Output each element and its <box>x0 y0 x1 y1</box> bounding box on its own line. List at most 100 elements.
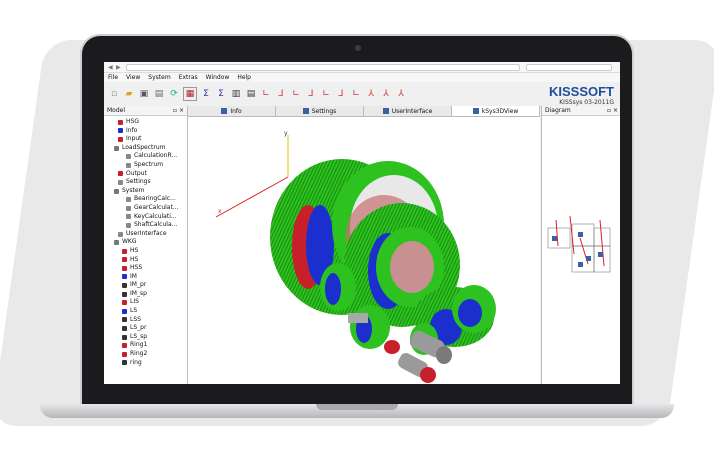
system-diagram[interactable] <box>542 116 620 384</box>
tree-item[interactable]: HS <box>104 247 187 256</box>
tab-3d-view-label: kSys3DView <box>481 107 519 115</box>
tree-item[interactable]: HS <box>104 256 187 265</box>
tree-item[interactable]: LS <box>104 307 187 316</box>
tree-item-label: HSG <box>126 118 139 125</box>
back-icon[interactable]: ◀ <box>108 64 113 71</box>
connect2-icon[interactable]: ⅃ <box>275 88 287 100</box>
arrow-icon <box>122 343 127 349</box>
tree-item[interactable]: GearCalculat... <box>104 204 187 213</box>
tree-item[interactable]: LIS <box>104 298 187 307</box>
tree-item[interactable]: KeyCalculati... <box>104 213 187 222</box>
tree-item[interactable]: ShaftCalcula... <box>104 221 187 230</box>
tree-item[interactable]: HSG <box>104 118 187 127</box>
connect1-icon[interactable]: ∟ <box>260 88 272 100</box>
tree-item-label: HSS <box>130 264 143 272</box>
tree-item[interactable]: UserInterface <box>104 230 187 239</box>
print-icon[interactable]: ▤ <box>153 88 165 100</box>
browser-bar: ◀ ▶ <box>104 62 620 73</box>
gear-red-icon <box>118 119 123 125</box>
main-view: Info Settings UserInterface kSys3DView y… <box>188 106 540 384</box>
tree-item[interactable]: LS_pr <box>104 324 187 333</box>
menu-help[interactable]: Help <box>237 74 251 81</box>
tree-item[interactable]: Settings <box>104 178 187 187</box>
version-label: KISSsys 03-2011G <box>559 99 614 106</box>
connect8-icon[interactable]: ⅄ <box>365 88 377 100</box>
tree-item[interactable]: Info <box>104 127 187 136</box>
panel-close-icon[interactable]: ▫ × <box>173 107 184 114</box>
y-axis-label: y <box>284 130 288 137</box>
menu-window[interactable]: Window <box>206 74 230 81</box>
model-tree: HSG Info Input LoadSpectrum CalculationR... S… <box>104 116 187 367</box>
tree-item-label: IM_sp <box>130 289 147 297</box>
tree-item-label: LIS <box>130 298 139 306</box>
connect4-icon[interactable]: ⅃ <box>305 88 317 100</box>
connect5-icon[interactable]: ∟ <box>320 88 332 100</box>
connect7-icon[interactable]: ∟ <box>350 88 362 100</box>
connect6-icon[interactable]: ⅃ <box>335 88 347 100</box>
tree-item[interactable]: IM <box>104 273 187 282</box>
connect3-icon[interactable]: ∟ <box>290 88 302 100</box>
tree-item[interactable]: WKG <box>104 238 187 247</box>
save-icon[interactable]: ▣ <box>138 88 150 100</box>
tree-item[interactable]: LS_sp <box>104 333 187 342</box>
report-icon[interactable]: ▥ <box>230 88 242 100</box>
table-icon[interactable]: ▤ <box>245 88 257 100</box>
tree-item[interactable]: IM_sp <box>104 290 187 299</box>
shaft-icon <box>122 326 127 332</box>
shaft-icon <box>122 317 127 323</box>
diagram-close-icon[interactable]: ▫ × <box>607 107 618 114</box>
tab-userinterface[interactable]: UserInterface <box>364 106 452 116</box>
tree-item[interactable]: Ring1 <box>104 341 187 350</box>
tree-item[interactable]: Spectrum <box>104 161 187 170</box>
tree-item[interactable]: System <box>104 187 187 196</box>
app-screen: ◀ ▶ File View System Extras Window Help … <box>104 62 620 384</box>
grid-icon[interactable]: ▦ <box>183 87 197 101</box>
menu-system[interactable]: System <box>148 74 170 81</box>
tree-item[interactable]: IM_pr <box>104 281 187 290</box>
tab-settings-label: Settings <box>311 107 337 115</box>
connect10-icon[interactable]: ⅄ <box>395 88 407 100</box>
forward-icon[interactable]: ▶ <box>116 64 121 71</box>
doc-icon <box>126 214 131 220</box>
laptop-notch <box>316 404 398 410</box>
search-input[interactable] <box>526 64 612 71</box>
tree-item-label: BearingCalc... <box>134 195 176 203</box>
arrow-icon <box>122 300 127 306</box>
gear-red-icon <box>118 136 123 142</box>
gearbox-3d-model[interactable]: y x <box>188 117 540 384</box>
diagram-panel-title: Diagram <box>545 107 571 114</box>
menu-extras[interactable]: Extras <box>179 74 198 81</box>
tab-3d-view[interactable]: kSys3DView <box>452 106 540 116</box>
tree-item[interactable]: Ring2 <box>104 350 187 359</box>
tree-item[interactable]: CalculationR... <box>104 152 187 161</box>
tree-item[interactable]: Output <box>104 170 187 179</box>
doc-icon <box>126 154 131 160</box>
arrow-icon <box>122 351 127 357</box>
open-folder-icon[interactable]: ▰ <box>123 88 135 100</box>
tree-item-label: Input <box>126 135 142 143</box>
tree-item-label: LS_sp <box>130 332 148 340</box>
address-input[interactable] <box>126 64 520 71</box>
tree-item[interactable]: BearingCalc... <box>104 195 187 204</box>
tree-item[interactable]: ring <box>104 359 187 368</box>
tree-item[interactable]: HSS <box>104 264 187 273</box>
shaft-icon <box>122 291 127 297</box>
refresh-icon[interactable]: ⟳ <box>168 88 180 100</box>
sum-all-icon[interactable]: Σ <box>215 88 227 100</box>
sum-icon[interactable]: Σ <box>200 88 212 100</box>
tree-item[interactable]: LSS <box>104 316 187 325</box>
menu-view[interactable]: View <box>126 74 140 81</box>
new-file-icon[interactable]: ▫ <box>108 88 120 100</box>
tree-item[interactable]: Input <box>104 135 187 144</box>
menu-file[interactable]: File <box>108 74 118 81</box>
tab-settings[interactable]: Settings <box>276 106 364 116</box>
gear-blue-icon <box>122 308 127 314</box>
tab-info[interactable]: Info <box>188 106 276 116</box>
connect9-icon[interactable]: ⅄ <box>380 88 392 100</box>
model-panel-title: Model <box>107 107 126 114</box>
tree-item[interactable]: LoadSpectrum <box>104 144 187 153</box>
tree-item-label: System <box>122 186 145 194</box>
tree-item-label: ShaftCalcula... <box>134 221 178 229</box>
doc-icon <box>126 197 131 203</box>
tree-item-label: Ring1 <box>130 341 148 349</box>
